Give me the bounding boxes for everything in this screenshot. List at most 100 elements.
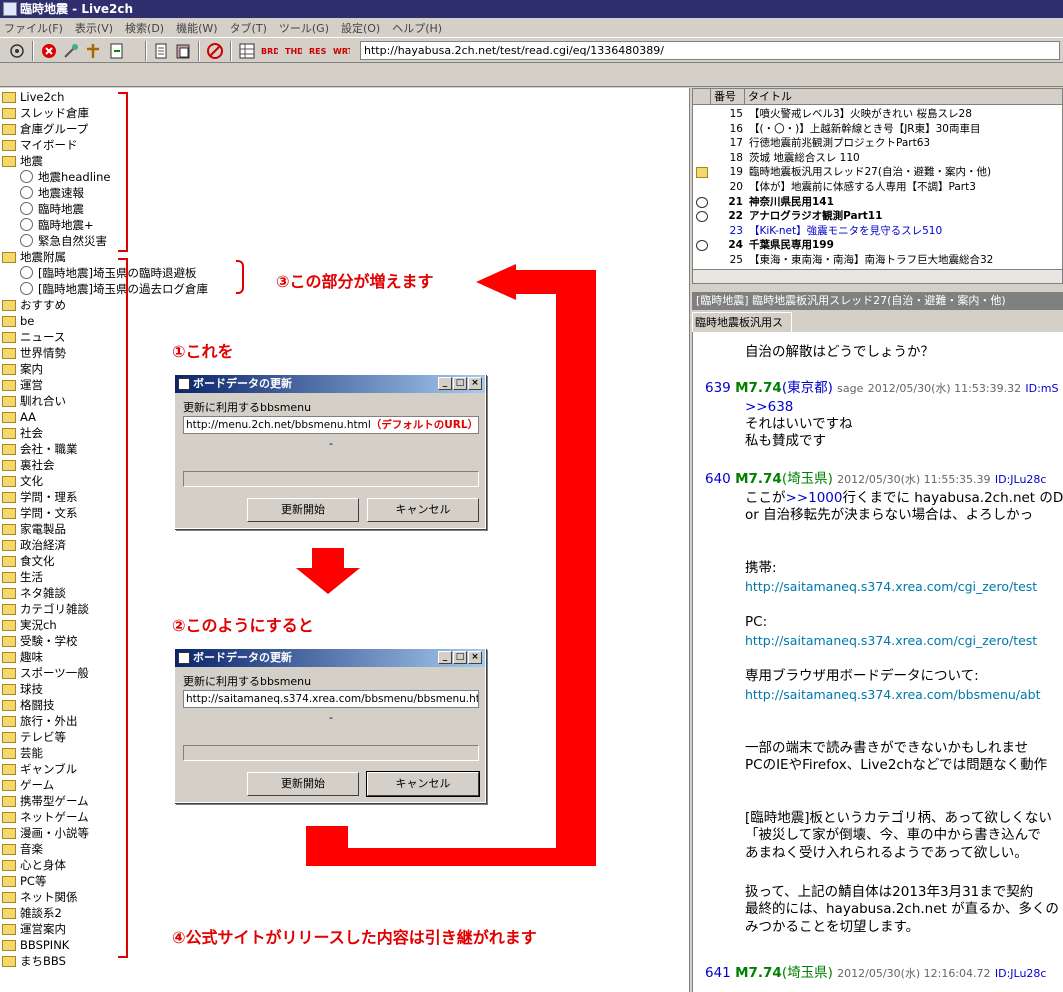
tree-board[interactable]: [臨時地震]埼玉県の臨時退避板 <box>20 265 196 281</box>
tree-folder[interactable]: 旅行・外出 <box>2 713 78 729</box>
tree-folder[interactable]: スレッド倉庫 <box>2 105 89 121</box>
menu-search[interactable]: 検索(D) <box>125 20 164 36</box>
tree-folder[interactable]: 球技 <box>2 681 43 697</box>
tree-folder[interactable]: BBSPINK <box>2 937 69 953</box>
tree-folder[interactable]: 倉庫グループ <box>2 121 88 137</box>
tree-folder[interactable]: 裏社会 <box>2 457 55 473</box>
tree-folder[interactable]: 趣味 <box>2 649 43 665</box>
tree-folder[interactable]: Live2ch <box>2 89 64 105</box>
menu-tab[interactable]: タブ(T) <box>230 20 267 36</box>
start-update-button[interactable]: 更新開始 <box>247 772 359 796</box>
cancel-button[interactable]: キャンセル <box>366 771 480 797</box>
tree-folder[interactable]: 格闘技 <box>2 697 55 713</box>
stop-icon[interactable] <box>40 42 58 60</box>
bbsmenu-url-input[interactable]: http://menu.2ch.net/bbsmenu.html（デフォルトのU… <box>183 416 479 434</box>
horizontal-scrollbar[interactable] <box>693 269 1062 283</box>
post-link[interactable]: http://saitamaneq.s374.xrea.com/bbsmenu/… <box>745 686 1041 703</box>
tab-thread[interactable]: 臨時地震板汎用ス <box>692 312 792 332</box>
tree-board[interactable]: 臨時地震 <box>20 201 84 217</box>
tree-folder[interactable]: 馴れ合い <box>2 393 66 409</box>
copy-icon[interactable] <box>152 42 170 60</box>
tree-folder[interactable]: 食文化 <box>2 553 55 569</box>
tree-folder[interactable]: ネタ雑談 <box>2 585 66 601</box>
tree-folder[interactable]: ネット関係 <box>2 889 78 905</box>
paste-icon[interactable] <box>174 42 192 60</box>
thread-row[interactable]: 19 臨時地震板汎用スレッド27(自治・避難・案内・他) <box>693 165 1062 180</box>
grid-icon[interactable] <box>238 42 256 60</box>
tree-board[interactable]: 緊急自然災害 <box>20 233 107 249</box>
thread-row[interactable]: 15 【噴火警戒レベル3】火映がきれい 桜島スレ28 <box>693 107 1062 122</box>
header-title[interactable]: タイトル <box>745 89 1062 104</box>
tree-folder[interactable]: PC等 <box>2 873 46 889</box>
menu-view[interactable]: 表示(V) <box>75 20 113 36</box>
wrt-icon[interactable]: WRT <box>332 42 350 60</box>
minimize-button[interactable]: _ <box>438 377 452 390</box>
address-bar[interactable]: http://hayabusa.2ch.net/test/read.cgi/eq… <box>360 41 1060 60</box>
tools-icon[interactable] <box>62 42 80 60</box>
post-id[interactable]: ID:JLu28c <box>995 473 1047 486</box>
tree-folder[interactable]: 政治経済 <box>2 537 66 553</box>
thread-row[interactable]: 20 【体が】地震前に体感する人専用【不調】Part3 <box>693 180 1062 195</box>
post-anchor[interactable]: >>1000 <box>786 490 843 506</box>
start-update-button[interactable]: 更新開始 <box>247 498 359 522</box>
post-id[interactable]: ID:JLu28c <box>995 967 1047 980</box>
tree-folder[interactable]: 地震附属 <box>2 249 66 265</box>
thread-row[interactable]: 16 【(・〇・)】上越新幹線とき号【JR東】30両車目 <box>693 122 1062 137</box>
tree-folder[interactable]: 心と身体 <box>2 857 66 873</box>
menu-help[interactable]: ヘルプ(H) <box>392 20 442 36</box>
tree-folder[interactable]: ニュース <box>2 329 65 345</box>
maximize-button[interactable]: □ <box>453 651 467 664</box>
tree-folder[interactable]: テレビ等 <box>2 729 66 745</box>
post-number[interactable]: 641 <box>705 965 731 981</box>
tree-folder[interactable]: ギャンブル <box>2 761 77 777</box>
tree-folder[interactable]: 会社・職業 <box>2 441 78 457</box>
thread-row[interactable]: 21 神奈川県民用141 <box>693 195 1062 210</box>
thread-row[interactable]: 18 茨城 地震総合スレ 110 <box>693 151 1062 166</box>
tree-folder[interactable]: 運営案内 <box>2 921 66 937</box>
brd-icon[interactable]: BRD <box>260 42 278 60</box>
tree-folder[interactable]: 漫画・小説等 <box>2 825 89 841</box>
tree-folder[interactable]: 実況ch <box>2 617 57 633</box>
tree-folder[interactable]: AA <box>2 409 36 425</box>
tree-folder[interactable]: 家電製品 <box>2 521 66 537</box>
tree-folder[interactable]: 学問・文系 <box>2 505 78 521</box>
menu-tools[interactable]: ツール(G) <box>279 20 329 36</box>
tree-board[interactable]: 地震速報 <box>20 185 84 201</box>
menu-function[interactable]: 機能(W) <box>176 20 217 36</box>
post-id[interactable]: ID:mS <box>1025 382 1058 395</box>
post-anchor[interactable]: >>638 <box>745 399 793 416</box>
close-button[interactable]: × <box>468 377 482 390</box>
thd-icon[interactable]: THD <box>284 42 302 60</box>
tree-folder[interactable]: 受験・学校 <box>2 633 78 649</box>
tree-folder[interactable]: be <box>2 313 34 329</box>
post-link[interactable]: http://saitamaneq.s374.xrea.com/cgi_zero… <box>745 578 1037 595</box>
tree-board[interactable]: [臨時地震]埼玉県の過去ログ倉庫 <box>20 281 208 297</box>
tree-folder[interactable]: 芸能 <box>2 745 43 761</box>
tree-folder[interactable]: おすすめ <box>2 297 66 313</box>
tree-folder[interactable]: 案内 <box>2 361 43 377</box>
cross-icon[interactable] <box>84 42 102 60</box>
board-tree-icon[interactable] <box>8 42 26 60</box>
cancel-button[interactable]: キャンセル <box>367 498 479 522</box>
tree-folder[interactable]: マイボード <box>2 137 78 153</box>
tree-folder[interactable]: ネットゲーム <box>2 809 89 825</box>
no-image-icon[interactable] <box>206 42 224 60</box>
tree-board[interactable]: 臨時地震+ <box>20 217 94 233</box>
tree-folder[interactable]: 運営 <box>2 377 43 393</box>
tree-folder[interactable]: カテゴリ雑談 <box>2 601 89 617</box>
tree-folder[interactable]: 雑談系2 <box>2 905 62 921</box>
header-number[interactable]: 番号 <box>711 89 745 104</box>
maximize-button[interactable]: □ <box>453 377 467 390</box>
tree-folder[interactable]: 社会 <box>2 425 43 441</box>
post-number[interactable]: 640 <box>705 471 731 487</box>
minimize-button[interactable]: _ <box>438 651 452 664</box>
close-button[interactable]: × <box>468 651 482 664</box>
tree-folder[interactable]: 世界情勢 <box>2 345 66 361</box>
thread-row[interactable]: 23 【KiK-net】強震モニタを見守るスレ510 <box>693 224 1062 239</box>
thread-row[interactable]: 25 【東海・東南海・南海】南海トラフ巨大地震総合32 <box>693 253 1062 268</box>
tree-folder[interactable]: 学問・理系 <box>2 489 78 505</box>
tree-folder[interactable]: スポーツ一般 <box>2 665 89 681</box>
tree-folder[interactable]: まちBBS <box>2 953 66 969</box>
thread-row[interactable]: 17 行徳地震前兆観測プロジェクトPart63 <box>693 136 1062 151</box>
bbsmenu-url-input[interactable]: http://saitamaneq.s374.xrea.com/bbsmenu/… <box>183 690 479 708</box>
